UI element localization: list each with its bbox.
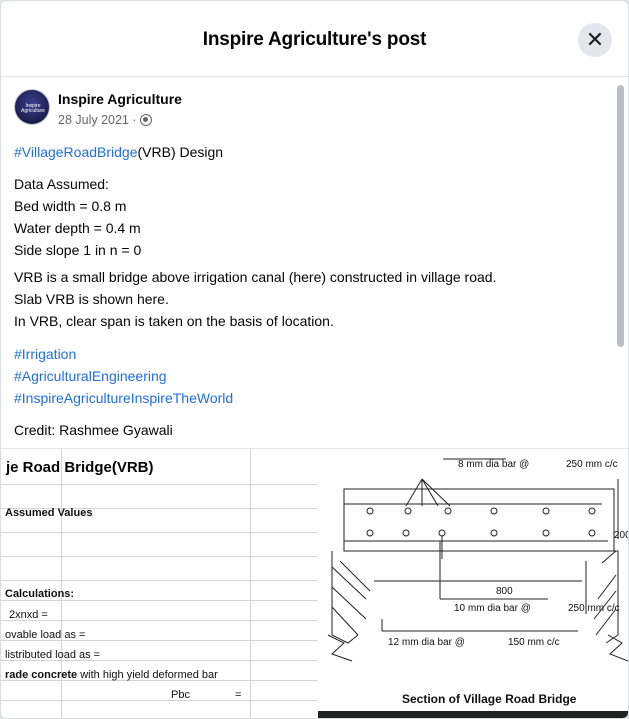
modal-title: Inspire Agriculture's post [202,29,427,50]
drawing-label: 12 mm dia bar @ [388,637,465,648]
drawing-label: 200 [614,530,628,541]
post-date[interactable]: 28 July 2021 · [58,113,137,127]
grid-row [1,557,318,581]
avatar[interactable]: Inspire Agriculture [14,89,50,125]
post-media[interactable]: je Road Bridge(VRB) Assumed Values Calcu… [1,448,628,718]
drawing-label: 800 [496,586,513,597]
sheet-cell: Calculations: [5,588,75,600]
post-credit: Credit: Rashmee Gyawali [14,422,173,438]
grid-row [1,533,318,557]
sheet-cell: 2xnxd = [9,609,48,621]
drawing-label: 8 mm dia bar @ [458,459,529,470]
post-meta: 28 July 2021 · [58,113,152,127]
desc-line: In VRB, clear span is taken on the basis… [14,313,334,329]
desc-line: VRB is a small bridge above irrigation c… [14,269,497,285]
drawing-label: 250 mm c/c [566,459,618,470]
author-name[interactable]: Inspire Agriculture [58,91,182,107]
section-svg: 8 mm dia bar @ 250 mm c/c 200 800 10 mm … [327,458,628,706]
sheet-cell-bold: rade concrete [5,669,78,681]
sheet-cell: Pbc [171,689,190,701]
grid-row [1,701,318,718]
data-line: Side slope 1 in n = 0 [14,242,142,258]
sheet-cell: ovable load as = [5,629,86,641]
sheet-cell: = [235,689,242,701]
scrollbar[interactable] [617,85,624,347]
sheet-cell-rest: with high yield deformed bar [80,669,218,681]
intro-text: (VRB) Design [137,144,224,160]
modal-header: Inspire Agriculture's post ✕ [1,1,628,77]
desc-line: Slab VRB is shown here. [14,291,169,307]
grid-row [1,681,318,701]
sheet-cell: rade concrete with high yield deformed b… [5,669,218,681]
hashtag-link[interactable]: #AgriculturalEngineering [14,365,614,387]
hashtag-link[interactable]: #InspireAgricultureInspireTheWorld [14,387,614,409]
bridge-section-drawing[interactable]: 8 mm dia bar @ 250 mm c/c 200 800 10 mm … [318,449,628,718]
sheet-title: je Road Bridge(VRB) [6,459,154,476]
hashtag-link[interactable]: #VillageRoadBridge [14,144,138,160]
drawing-label: 10 mm dia bar @ [454,603,531,614]
post-modal: Inspire Agriculture's post ✕ Inspire Agr… [0,0,629,719]
spreadsheet-image[interactable]: je Road Bridge(VRB) Assumed Values Calcu… [1,449,318,718]
post-hashtags: #Irrigation #AgriculturalEngineering #In… [14,343,614,409]
sheet-cell: Assumed Values [5,507,93,519]
grid-row [1,601,318,621]
close-icon: ✕ [585,27,605,52]
deck-slab [343,488,615,552]
post-data-paragraph: Data Assumed: Bed width = 0.8 m Water de… [14,173,614,261]
hashtag-link[interactable]: #Irrigation [14,343,614,365]
globe-icon [139,114,152,126]
post-intro: #VillageRoadBridge(VRB) Design [14,141,614,163]
grid-row [1,485,318,509]
drawing-label: 150 mm c/c [508,637,560,648]
drawing-caption: Section of Village Road Bridge [402,692,577,706]
media-bottom-edge [318,711,628,718]
data-line: Data Assumed: [14,176,109,192]
close-button[interactable]: ✕ [578,23,612,57]
data-line: Bed width = 0.8 m [14,198,127,214]
sheet-cell: listributed load as = [5,649,101,661]
post-description-paragraph: VRB is a small bridge above irrigation c… [14,266,614,332]
data-line: Water depth = 0.4 m [14,220,141,236]
avatar-logo-text: Inspire Agriculture [21,103,45,114]
drawing-label: 250 mm c/c [568,603,620,614]
